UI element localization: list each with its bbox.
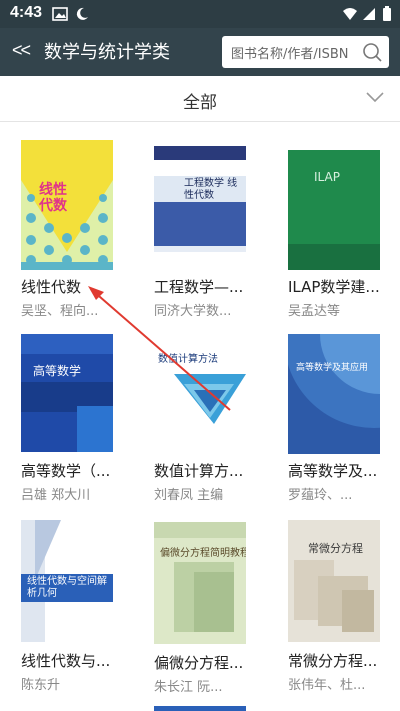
book-author: 陈东升 <box>21 678 61 693</box>
status-time: 4:43 <box>10 4 43 21</box>
book-cover[interactable]: 线性代数与空间解析几何 <box>21 520 113 642</box>
cover-art <box>154 522 246 644</box>
book-cover[interactable]: ILAP <box>288 150 380 270</box>
wifi-icon <box>343 8 357 20</box>
search-input[interactable]: 图书名称/作者/ISBN <box>231 43 349 62</box>
cover-art <box>288 150 380 270</box>
status-bar: 4:43 <box>0 0 400 28</box>
book-title[interactable]: 线性代数与... <box>21 650 131 671</box>
book-cover[interactable]: 偏微分方程简明教程 <box>154 522 246 644</box>
cover-art <box>288 334 380 454</box>
book-title[interactable]: 线性代数 <box>21 276 131 297</box>
search-icon[interactable] <box>361 41 383 63</box>
next-book-cover-edge <box>154 706 246 711</box>
category-filter[interactable]: 全部 <box>0 76 400 122</box>
cover-title: 数值计算方法 <box>158 354 218 365</box>
book-author: 同济大学数... <box>154 304 232 319</box>
book-cover[interactable]: 工程数学 线性代数 <box>154 146 246 270</box>
book-title[interactable]: 工程数学—... <box>154 276 264 297</box>
moon-icon <box>76 7 88 20</box>
cover-title: 线性代数 <box>39 182 67 214</box>
cover-art <box>288 520 380 642</box>
book-cover[interactable]: 线性代数 <box>21 140 113 270</box>
book-author: 刘春凤 主编 <box>154 488 224 503</box>
book-author: 吴孟达等 <box>288 304 341 319</box>
book-cover[interactable]: 高等数学及其应用 <box>288 334 380 454</box>
book-cover[interactable]: 常微分方程 <box>288 520 380 642</box>
cover-title: ILAP <box>314 170 340 184</box>
book-author: 张伟年、杜... <box>288 678 366 693</box>
battery-icon <box>383 6 391 21</box>
chevron-down-icon[interactable] <box>366 90 384 104</box>
book-title[interactable]: ILAP数学建... <box>288 276 398 297</box>
cover-title: 常微分方程 <box>308 542 363 555</box>
cover-title: 线性代数与空间解析几何 <box>27 576 107 599</box>
book-title[interactable]: 常微分方程... <box>288 650 398 671</box>
search-box[interactable]: 图书名称/作者/ISBN <box>222 36 389 68</box>
book-cover[interactable]: 数值计算方法 <box>154 334 246 454</box>
book-title[interactable]: 高等数学及... <box>288 460 398 481</box>
book-author: 吴坚、程向... <box>21 304 99 319</box>
app-header: << 数学与统计学类 图书名称/作者/ISBN <box>0 28 400 76</box>
image-icon <box>52 7 68 21</box>
page-title: 数学与统计学类 <box>44 42 170 63</box>
filter-label: 全部 <box>183 93 217 113</box>
cover-title: 工程数学 线性代数 <box>184 178 238 201</box>
book-author: 朱长江 阮... <box>154 680 223 695</box>
cover-art <box>154 146 246 270</box>
signal-icon <box>363 8 375 20</box>
cover-title: 偏微分方程简明教程 <box>160 548 246 559</box>
book-title[interactable]: 高等数学（... <box>21 460 131 481</box>
cover-art <box>21 334 113 452</box>
back-button[interactable]: << <box>12 40 31 61</box>
book-author: 吕雄 郑大川 <box>21 488 91 503</box>
cover-title: 高等数学及其应用 <box>296 363 369 373</box>
cover-title: 高等数学 <box>33 364 82 378</box>
book-title[interactable]: 偏微分方程... <box>154 652 264 673</box>
book-author: 罗蕴玲、... <box>288 488 353 503</box>
book-grid: 线性代数 线性代数 吴坚、程向... 工程数学 线性代数 工程数学—... 同济… <box>0 122 400 711</box>
book-cover[interactable]: 高等数学 <box>21 334 113 452</box>
book-title[interactable]: 数值计算方... <box>154 460 264 481</box>
